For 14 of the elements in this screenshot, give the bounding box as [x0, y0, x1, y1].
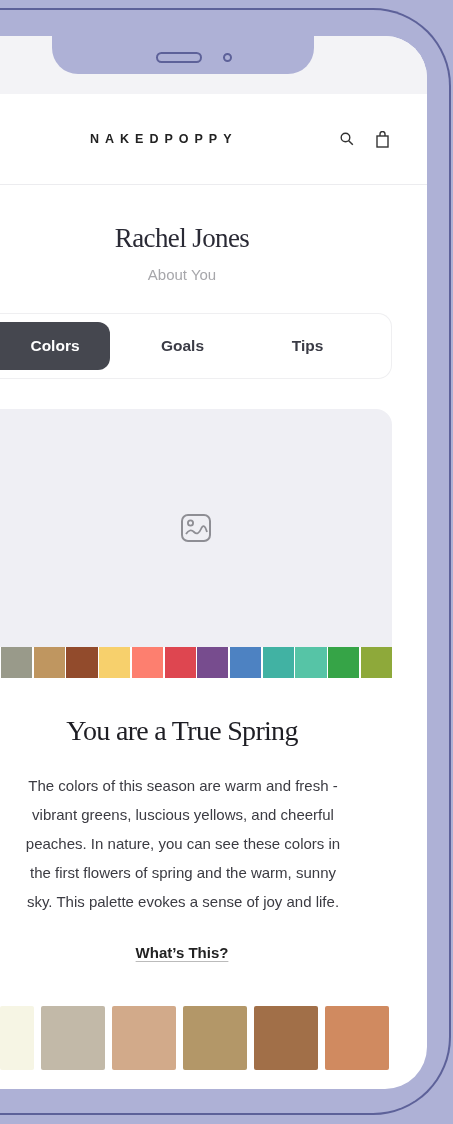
shopping-bag-icon[interactable]	[376, 131, 389, 148]
search-icon[interactable]	[340, 132, 354, 146]
tab[interactable]: Goals	[110, 322, 255, 370]
season-title: You are a True Spring	[65, 715, 299, 747]
tab[interactable]: Colors	[0, 322, 110, 370]
image-icon	[180, 513, 212, 543]
season-description: The colors of this season are warm and fresh - vibrant greens, luscious yellows, and cheerful peaches. In nature, you can see these colors in the first flowers of spring and the warm, sunny sky. This palette evokes a sense of joy and life.	[24, 776, 342, 912]
camera-icon	[223, 53, 232, 62]
tab[interactable]: Tips	[255, 322, 360, 370]
brand-logo[interactable]: NAKEDPOPPY	[90, 132, 238, 146]
speaker-icon	[156, 52, 202, 63]
profile-name: Rachel Jones	[113, 223, 251, 254]
whats-this-link[interactable]: What’s This?	[135, 944, 229, 961]
profile-subtitle: About You	[146, 266, 218, 283]
